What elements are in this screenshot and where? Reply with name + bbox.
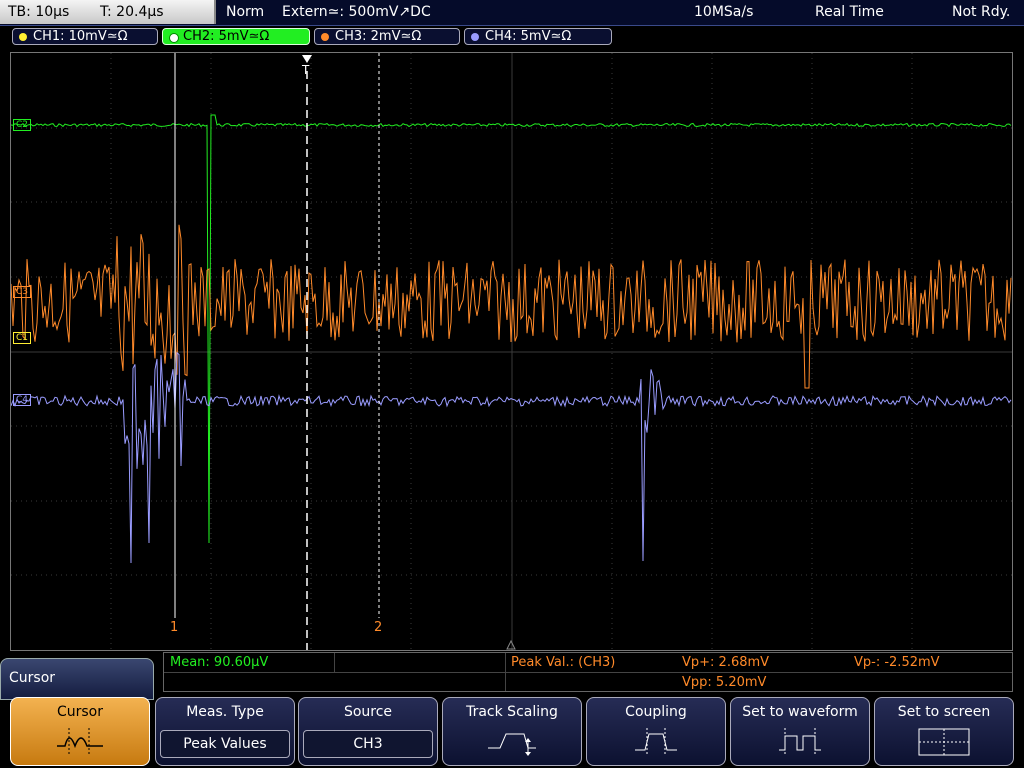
set-to-waveform-icon [779, 728, 821, 754]
channel-tab-ch1[interactable]: CH1: 10mV≃Ω [12, 28, 158, 45]
softkey-label: Set to waveform [742, 704, 858, 720]
ch4-dot-icon [471, 33, 479, 41]
trigger-time: T: 20.4µs [100, 4, 164, 20]
vp-plus-readout: Vp+: 2.68mV [682, 655, 770, 670]
ch4-offset-marker[interactable]: C4 [13, 394, 32, 406]
channel-label: CH1: 10mV≃Ω [33, 29, 128, 44]
set-to-screen-softkey[interactable]: Set to screen [874, 697, 1014, 766]
trigger-mode[interactable]: Norm [226, 4, 264, 20]
waveform-svg [11, 53, 1012, 650]
cursor-waveform-icon [57, 728, 103, 754]
timebase: TB: 10µs [8, 4, 70, 20]
cursor-1-label[interactable]: 1 [170, 620, 178, 635]
channel-label: CH4: 5mV≃Ω [485, 29, 572, 44]
coupling-icon [635, 728, 677, 754]
trigger-source[interactable]: Extern≃: 500mV↗DC [282, 4, 431, 20]
run-state: Not Rdy. [952, 4, 1011, 20]
channel-tab-ch2[interactable]: CH2: 5mV≃Ω [162, 28, 310, 45]
channel-label: CH2: 5mV≃Ω [183, 29, 270, 44]
ch3-dot-icon [321, 33, 329, 41]
timebase-box[interactable]: TB: 10µs T: 20.4µs [0, 0, 216, 24]
cursor-softkey[interactable]: Cursor [10, 697, 150, 766]
sample-rate: 10MSa/s [694, 4, 754, 20]
ch4-trace [11, 351, 1012, 564]
set-to-waveform-softkey[interactable]: Set to waveform [730, 697, 870, 766]
ch4-waveform [11, 351, 1012, 564]
ch3-offset-marker[interactable]: C3 [13, 286, 32, 298]
measurement-panel: Mean: 90.60µV Peak Val.: (CH3) Vp+: 2.68… [163, 652, 1013, 692]
channel-tab-ch4[interactable]: CH4: 5mV≃Ω [464, 28, 612, 45]
set-to-screen-icon [918, 728, 970, 756]
meas-type-value[interactable]: Peak Values [160, 730, 290, 758]
ch1-dot-icon [19, 33, 27, 41]
coupling-softkey[interactable]: Coupling [586, 697, 726, 766]
track-scaling-icon [488, 733, 536, 756]
source-softkey[interactable]: Source CH3 [298, 697, 438, 766]
center-marker-icon [506, 639, 516, 650]
mean-readout: Mean: 90.60µV [170, 655, 269, 670]
meas-type-softkey[interactable]: Meas. Type Peak Values [155, 697, 295, 766]
ch1-offset-marker[interactable]: C1 [13, 332, 32, 344]
vpp-readout: Vpp: 5.20mV [682, 675, 767, 690]
acquisition-mode: Real Time [815, 4, 884, 20]
peak-label: Peak Val.: (CH3) [511, 655, 616, 670]
softkey-label: Set to screen [897, 704, 991, 720]
source-value[interactable]: CH3 [303, 730, 433, 758]
trigger-label: T [302, 63, 310, 77]
cursor-2-label[interactable]: 2 [374, 620, 382, 635]
softkey-label: Coupling [625, 704, 687, 720]
waveform-display[interactable]: C2 C3 C1 C4 T 1 2 [10, 52, 1013, 651]
softkey-label: Source [343, 704, 393, 720]
softkey-label: Track Scaling [466, 704, 558, 720]
vp-minus-readout: Vp-: -2.52mV [854, 655, 940, 670]
channel-label: CH3: 2mV≃Ω [335, 29, 422, 44]
softkey-label: Cursor [56, 704, 104, 720]
softkey-label: Meas. Type [186, 704, 264, 720]
ch2-dot-icon [169, 33, 179, 43]
menu-title-tab: Cursor [0, 658, 154, 700]
status-bar: TB: 10µs T: 20.4µs Norm Extern≃: 500mV↗D… [0, 0, 1024, 26]
track-scaling-softkey[interactable]: Track Scaling [442, 697, 582, 766]
menu-title: Cursor [9, 670, 56, 686]
ch2-offset-marker[interactable]: C2 [13, 119, 32, 131]
channel-tab-ch3[interactable]: CH3: 2mV≃Ω [314, 28, 460, 45]
